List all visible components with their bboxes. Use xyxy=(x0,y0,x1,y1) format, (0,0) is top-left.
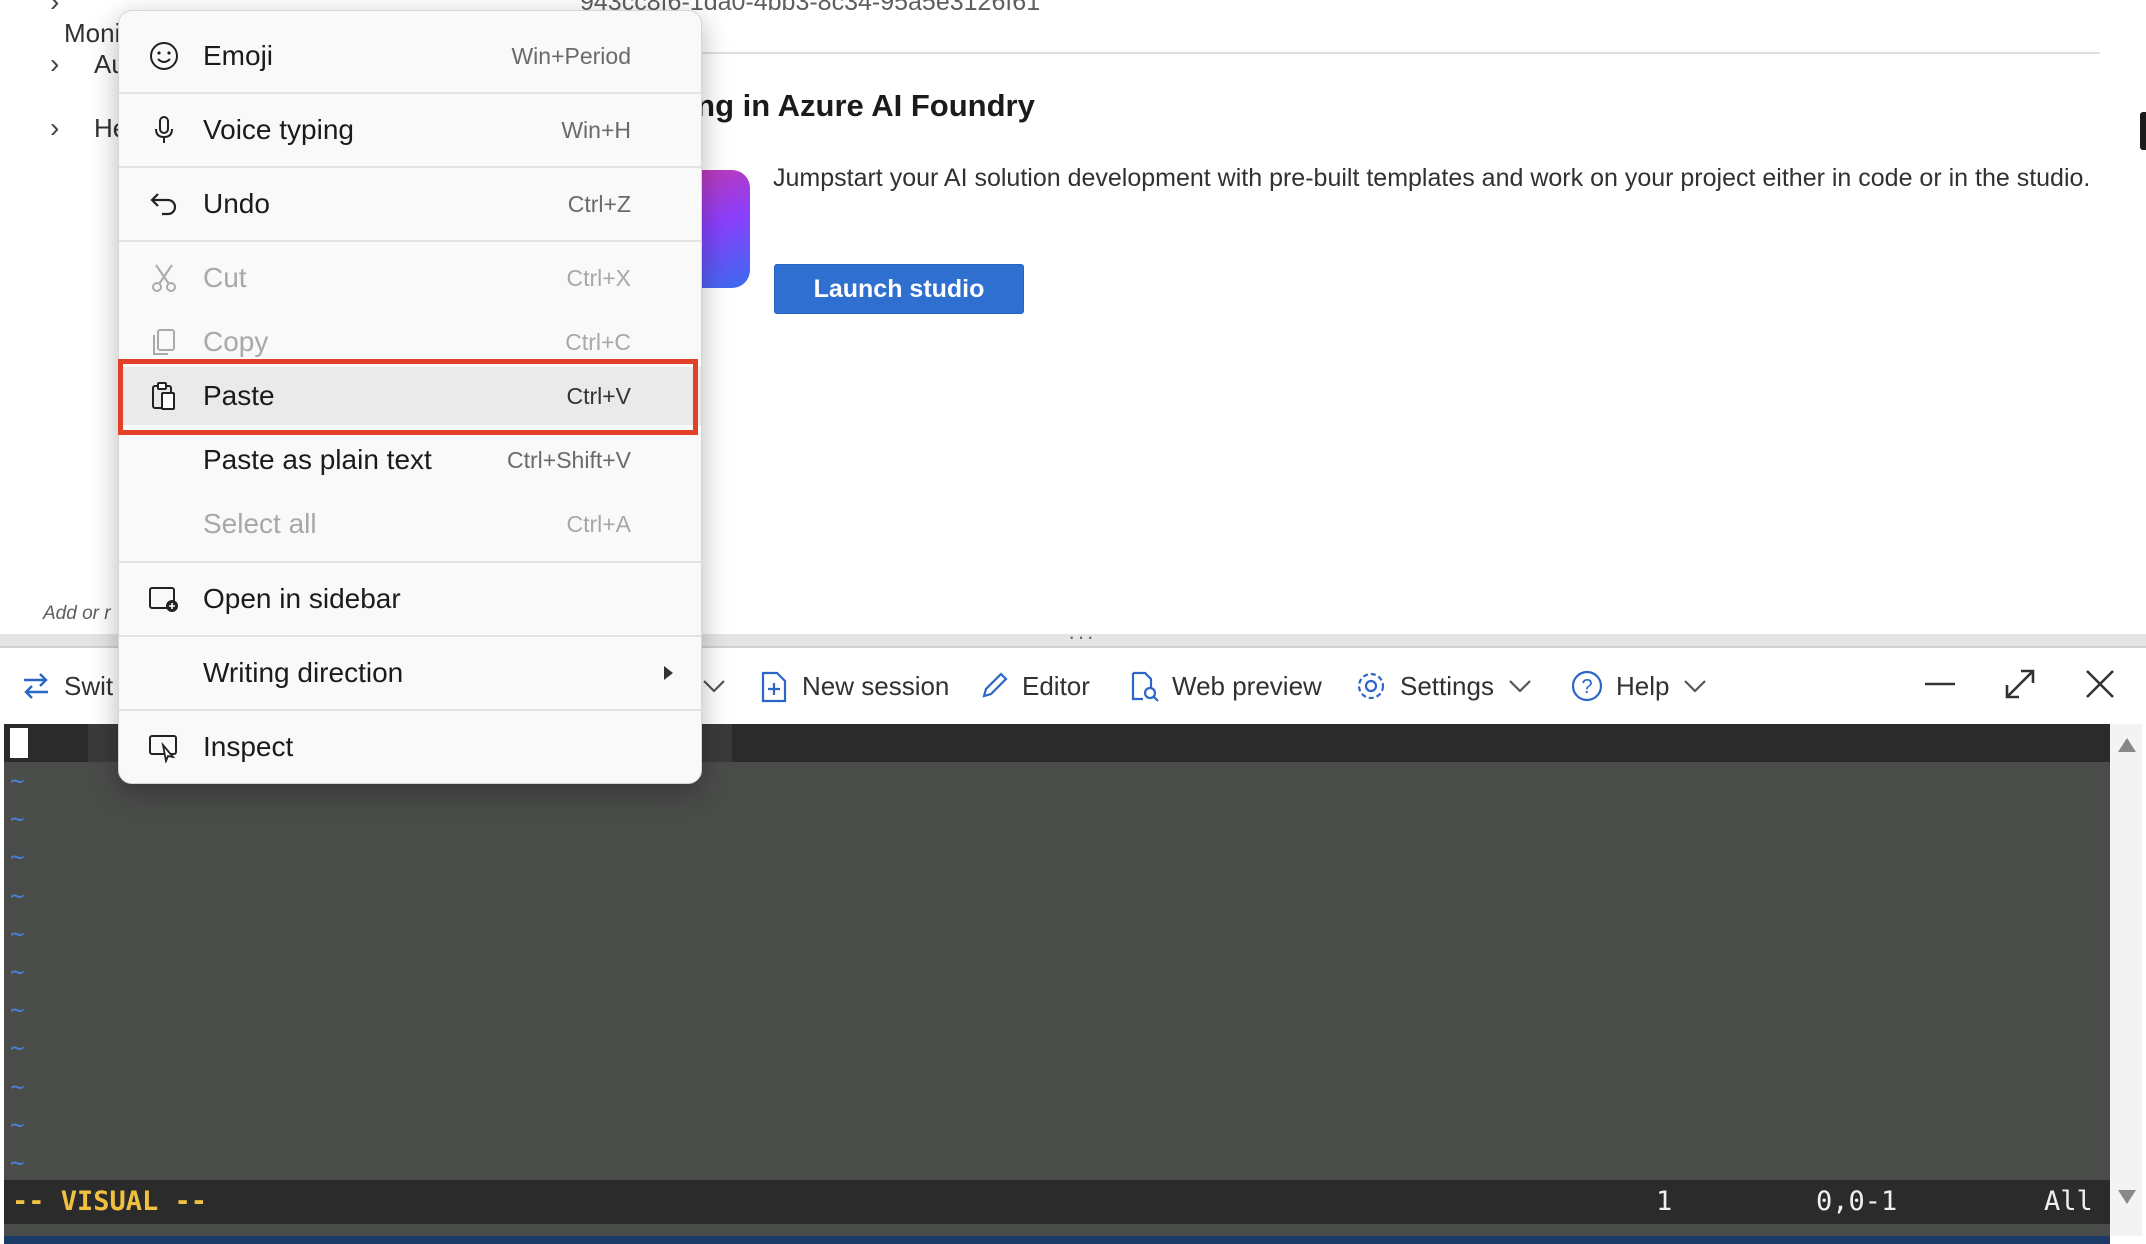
help-button[interactable]: ? Help xyxy=(1570,666,1721,706)
empty-lines: ~ ~ ~ ~ ~ ~ ~ ~ ~ ~ ~ xyxy=(10,762,40,1182)
vim-tilde: ~ xyxy=(10,1034,25,1063)
menu-separator xyxy=(119,92,701,94)
terminal[interactable]: ~ ~ ~ ~ ~ ~ ~ ~ ~ ~ ~ -- VISUAL -- 1 0,0-1 All xyxy=(4,724,2110,1244)
vim-scroll-position: All xyxy=(2044,1186,2093,1217)
menu-item-emoji[interactable]: Emoji Win+Period xyxy=(119,27,701,85)
vim-cursor-position: 0,0-1 xyxy=(1816,1186,1898,1217)
resource-tree: ›Monitoring ›Au ›He Add or r xyxy=(0,0,185,637)
close-button[interactable] xyxy=(2078,662,2122,706)
shell-dropdown[interactable] xyxy=(700,666,740,706)
vim-line-number: 1 xyxy=(1656,1186,1673,1217)
menu-item-undo[interactable]: Undo Ctrl+Z xyxy=(119,175,701,233)
new-session-icon xyxy=(761,671,787,703)
vim-tilde: ~ xyxy=(10,1072,25,1101)
scissors-icon xyxy=(147,261,181,295)
switch-shell-button[interactable]: Swit xyxy=(20,666,113,706)
inspect-icon xyxy=(147,730,181,764)
tree-item-au[interactable]: › Au xyxy=(50,48,126,80)
vim-tilde: ~ xyxy=(10,767,25,795)
menu-item-cut[interactable]: Cut Ctrl+X xyxy=(119,249,701,307)
add-note: Add or r xyxy=(43,603,111,624)
scroll-handle[interactable] xyxy=(2140,112,2146,150)
menu-separator xyxy=(119,635,701,637)
menu-item-writing-direction[interactable]: Writing direction xyxy=(119,644,701,702)
vim-tilde: ~ xyxy=(10,805,25,834)
terminal-cursor xyxy=(10,728,28,758)
vim-tilde: ~ xyxy=(10,919,25,948)
minimize-icon xyxy=(1925,682,1955,686)
vim-status-line: -- VISUAL -- 1 0,0-1 All xyxy=(4,1180,2110,1224)
emoji-icon xyxy=(147,39,181,73)
drag-grip-icon[interactable]: ··· xyxy=(1068,624,1096,650)
svg-text:?: ? xyxy=(1581,676,1592,698)
launch-studio-button[interactable]: Launch studio xyxy=(774,264,1024,314)
gear-icon xyxy=(1357,672,1385,700)
chevron-down-icon xyxy=(1684,680,1707,693)
tree-item-he[interactable]: › He xyxy=(50,112,127,144)
menu-separator xyxy=(119,166,701,168)
new-session-button[interactable]: New session xyxy=(758,666,949,706)
vim-tilde: ~ xyxy=(10,957,25,986)
chevron-down-icon xyxy=(1509,680,1531,693)
menu-separator xyxy=(119,561,701,563)
switch-icon xyxy=(24,673,48,699)
menu-item-voice-typing[interactable]: Voice typing Win+H xyxy=(119,101,701,159)
vim-mode: -- VISUAL -- xyxy=(12,1186,208,1217)
maximize-button[interactable] xyxy=(1998,662,2042,706)
chevron-right-icon: › xyxy=(50,0,60,17)
chevron-right-icon: › xyxy=(50,48,60,79)
close-icon xyxy=(2086,670,2114,698)
microphone-icon xyxy=(147,113,181,147)
divider xyxy=(680,52,2100,54)
chevron-right-icon: › xyxy=(50,112,60,143)
menu-item-select-all[interactable]: Select all Ctrl+A xyxy=(119,495,701,553)
vim-tilde: ~ xyxy=(10,996,25,1025)
card-title: lding in Azure AI Foundry xyxy=(660,88,1035,123)
sidebar-icon xyxy=(147,582,181,616)
scroll-up-icon[interactable] xyxy=(2118,738,2136,752)
help-icon: ? xyxy=(1571,670,1603,702)
paste-highlight-box xyxy=(118,359,698,435)
card-description: Jumpstart your AI solution development w… xyxy=(773,164,2091,192)
maximize-icon xyxy=(2005,669,2035,699)
submenu-arrow-icon xyxy=(664,666,673,680)
vim-tilde: ~ xyxy=(10,1110,25,1139)
undo-icon xyxy=(147,187,181,221)
scroll-down-icon[interactable] xyxy=(2118,1190,2136,1204)
menu-item-paste-plain[interactable]: Paste as plain text Ctrl+Shift+V xyxy=(119,431,701,489)
pencil-icon xyxy=(982,672,1008,698)
vim-tilde: ~ xyxy=(10,843,25,872)
editor-button[interactable]: Editor xyxy=(978,666,1090,706)
terminal-scrollbar[interactable] xyxy=(2110,724,2142,1236)
menu-separator xyxy=(119,240,701,242)
menu-item-inspect[interactable]: Inspect xyxy=(119,718,701,776)
web-preview-icon xyxy=(1131,671,1159,702)
chevron-down-icon xyxy=(703,680,725,693)
menu-separator xyxy=(119,709,701,711)
copy-icon xyxy=(147,325,181,359)
menu-item-open-in-sidebar[interactable]: Open in sidebar xyxy=(119,570,701,628)
vim-tilde: ~ xyxy=(10,1148,25,1177)
vim-tilde: ~ xyxy=(10,881,25,910)
web-preview-button[interactable]: Web preview xyxy=(1128,666,1322,706)
minimize-button[interactable] xyxy=(1918,662,1962,706)
settings-button[interactable]: Settings xyxy=(1354,666,1546,706)
